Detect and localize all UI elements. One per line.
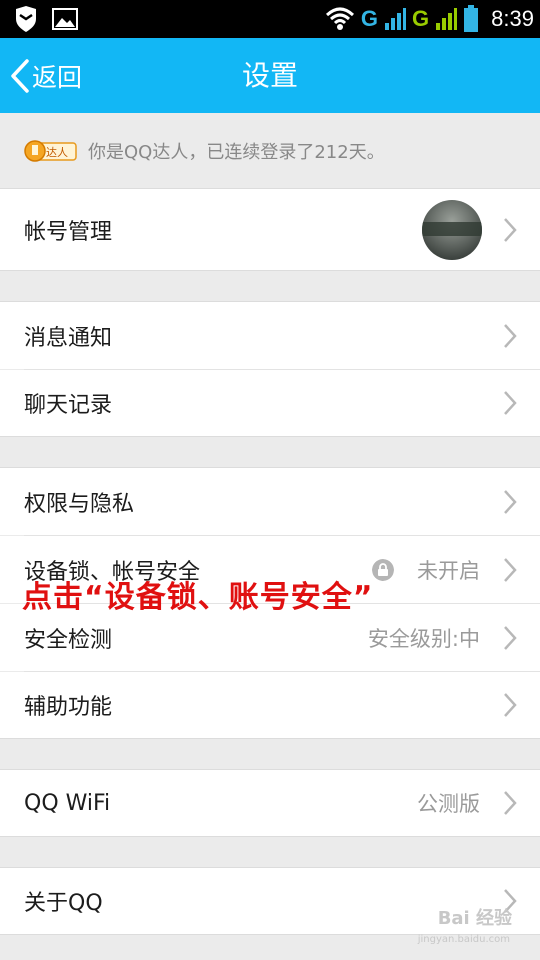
tutorial-annotation: 点击“设备锁、账号安全” xyxy=(22,580,374,615)
qq-wifi-item[interactable]: QQ WiFi 公测版 xyxy=(0,770,540,836)
privacy-label: 权限与隐私 xyxy=(24,491,135,517)
shield-icon xyxy=(16,6,36,32)
title-bar: 返回 设置 xyxy=(0,38,540,113)
image-icon xyxy=(52,8,78,30)
chevron-left-icon xyxy=(11,58,29,93)
back-button[interactable]: 返回 xyxy=(10,38,82,113)
avatar xyxy=(422,200,482,260)
status-bar: G G 8:39 xyxy=(0,0,540,38)
divider xyxy=(0,836,540,837)
divider xyxy=(0,436,540,437)
chevron-right-icon xyxy=(504,391,517,415)
about-qq-label: 关于QQ xyxy=(24,891,103,916)
chevron-right-icon xyxy=(504,557,517,582)
device-lock-status: 未开启 xyxy=(417,558,480,583)
signal-icon xyxy=(436,8,458,30)
network-type-label: G xyxy=(360,6,379,31)
signal-icon xyxy=(385,8,407,30)
baidu-watermark-url: jingyan.baidu.com xyxy=(417,934,510,945)
accessibility-item[interactable]: 辅助功能 xyxy=(0,672,540,738)
account-management-label: 帐号管理 xyxy=(24,219,113,245)
privacy-item[interactable]: 权限与隐私 xyxy=(0,468,540,535)
message-notification-item[interactable]: 消息通知 xyxy=(0,302,540,369)
divider xyxy=(0,270,540,271)
clock: 8:39 xyxy=(491,6,534,31)
lock-icon xyxy=(372,558,394,581)
chevron-right-icon xyxy=(504,625,517,650)
chat-history-label: 聊天记录 xyxy=(24,393,113,418)
back-label: 返回 xyxy=(32,62,83,92)
qq-master-notice: 达人 你是QQ达人，已连续登录了212天。 xyxy=(0,113,540,188)
qq-wifi-version: 公测版 xyxy=(417,792,480,816)
baidu-watermark: Bai 经验 xyxy=(437,908,512,929)
divider xyxy=(0,738,540,739)
chevron-right-icon xyxy=(504,693,517,717)
medal-badge-icon: 达人 xyxy=(24,139,77,162)
qq-wifi-label: QQ WiFi xyxy=(24,790,111,816)
status-left xyxy=(14,6,78,32)
chat-history-item[interactable]: 聊天记录 xyxy=(0,370,540,436)
security-check-label: 安全检测 xyxy=(24,627,113,653)
wifi-icon xyxy=(325,7,354,30)
network-type-label-2: G xyxy=(412,6,430,31)
chevron-right-icon xyxy=(504,791,517,815)
message-notification-label: 消息通知 xyxy=(24,325,113,351)
badge-text: 达人 xyxy=(46,146,68,159)
security-level-value: 安全级别:中 xyxy=(367,626,480,651)
battery-icon xyxy=(464,5,479,32)
chevron-right-icon xyxy=(504,323,517,348)
chevron-right-icon xyxy=(504,217,517,242)
chevron-right-icon xyxy=(504,489,517,514)
accessibility-label: 辅助功能 xyxy=(24,695,113,720)
notice-text: 你是QQ达人，已连续登录了212天。 xyxy=(88,141,385,163)
account-management-item[interactable]: 帐号管理 xyxy=(0,189,540,270)
status-right: G G 8:39 xyxy=(325,4,534,34)
